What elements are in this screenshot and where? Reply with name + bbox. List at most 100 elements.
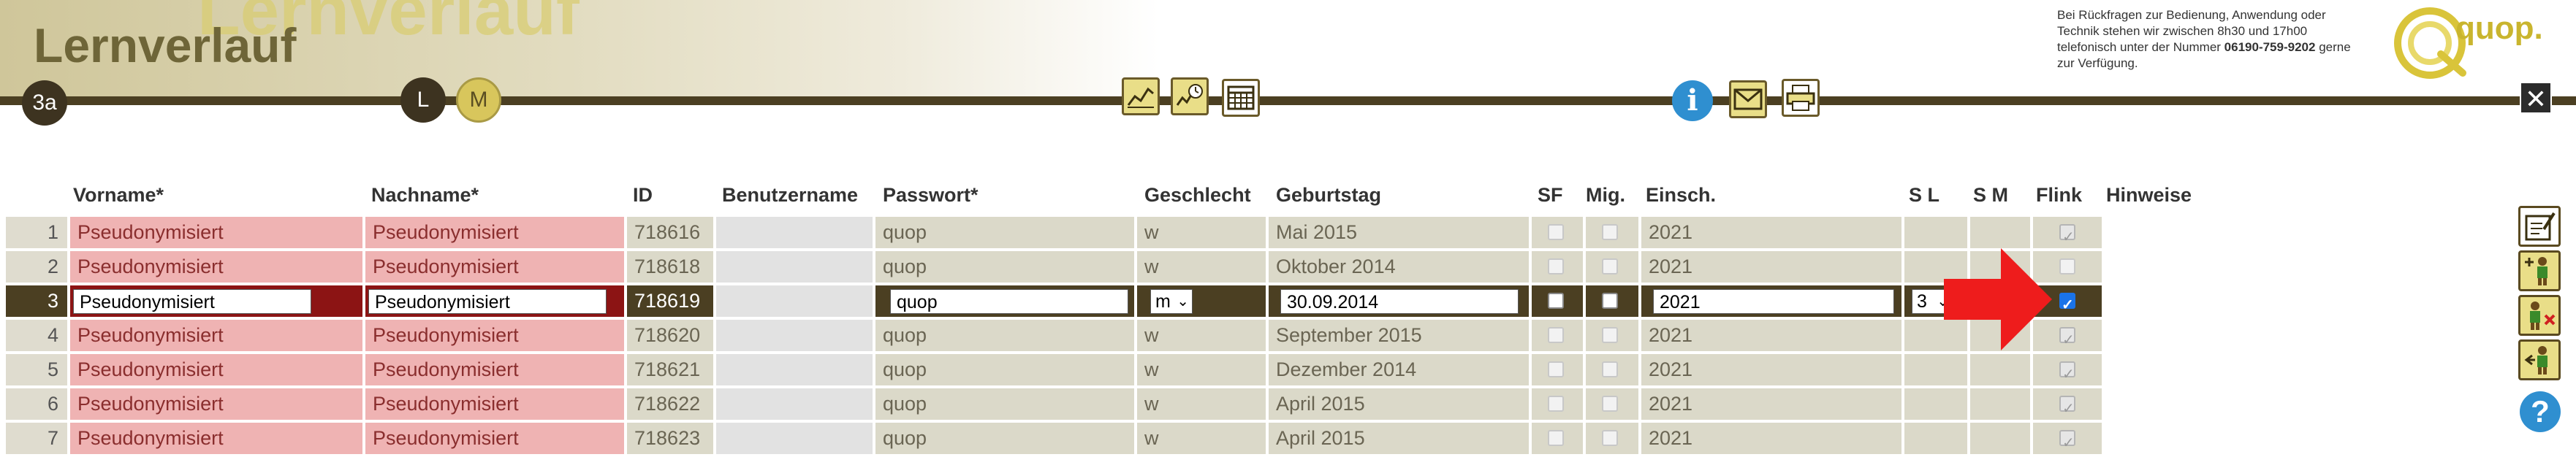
- nachname-cell[interactable]: Pseudonymisiert: [365, 251, 624, 283]
- geschlecht-cell[interactable]: w: [1137, 251, 1266, 283]
- chart-icon[interactable]: [1122, 77, 1160, 115]
- mig-checkbox[interactable]: [1602, 224, 1618, 240]
- col-header-mig[interactable]: Mig.: [1586, 184, 1625, 207]
- vorname-cell[interactable]: Pseudonymisiert: [70, 423, 362, 454]
- close-button[interactable]: ✕: [2520, 82, 2552, 114]
- geburtstag-cell[interactable]: Mai 2015: [1269, 217, 1529, 248]
- col-header-flink[interactable]: Flink: [2036, 184, 2082, 207]
- table-row[interactable]: 1 Pseudonymisiert Pseudonymisiert 718616…: [6, 217, 2103, 251]
- calendar-icon[interactable]: [1222, 79, 1260, 117]
- table-row[interactable]: 6 Pseudonymisiert Pseudonymisiert 718622…: [6, 388, 2103, 423]
- nachname-cell[interactable]: Pseudonymisiert: [365, 388, 624, 420]
- mig-checkbox[interactable]: [1602, 327, 1618, 343]
- vorname-cell[interactable]: Pseudonymisiert: [70, 354, 362, 385]
- geburtstag-cell[interactable]: Dezember 2014: [1269, 354, 1529, 385]
- sf-checkbox[interactable]: [1548, 396, 1564, 412]
- passwort-cell[interactable]: quop: [875, 354, 1134, 385]
- col-header-einsch[interactable]: Einsch.: [1646, 184, 1716, 207]
- nachname-cell[interactable]: Pseudonymisiert: [365, 423, 624, 454]
- geschlecht-select[interactable]: m ⌄: [1150, 289, 1193, 314]
- table-row[interactable]: 7 Pseudonymisiert Pseudonymisiert 718623…: [6, 423, 2103, 457]
- table-row[interactable]: 5 Pseudonymisiert Pseudonymisiert 718621…: [6, 354, 2103, 388]
- einsch-cell[interactable]: 2021: [1641, 251, 1901, 283]
- table-row[interactable]: 4 Pseudonymisiert Pseudonymisiert 718620…: [6, 320, 2103, 354]
- einsch-input[interactable]: 2021: [1653, 289, 1894, 314]
- geschlecht-cell[interactable]: w: [1137, 320, 1266, 351]
- nachname-cell[interactable]: Pseudonymisiert: [365, 354, 624, 385]
- remove-student-icon[interactable]: [2518, 295, 2561, 336]
- help-icon[interactable]: ?: [2520, 391, 2561, 432]
- table-row[interactable]: 2 Pseudonymisiert Pseudonymisiert 718618…: [6, 251, 2103, 285]
- geburtstag-cell[interactable]: April 2015: [1269, 423, 1529, 454]
- flink-checkbox[interactable]: [2059, 290, 2075, 317]
- passwort-cell[interactable]: quop: [875, 320, 1134, 351]
- vorname-cell[interactable]: Pseudonymisiert: [70, 251, 362, 283]
- einsch-cell[interactable]: 2021: [1641, 217, 1901, 248]
- passwort-cell[interactable]: quop: [875, 251, 1134, 283]
- einsch-cell[interactable]: 2021: [1641, 423, 1901, 454]
- geburtstag-cell[interactable]: Oktober 2014: [1269, 251, 1529, 283]
- vorname-input[interactable]: Pseudonymisiert: [73, 289, 311, 314]
- nachname-input[interactable]: Pseudonymisiert: [368, 289, 607, 314]
- col-header-passwort[interactable]: Passwort*: [883, 184, 979, 207]
- flink-checkbox[interactable]: [2059, 258, 2075, 274]
- flink-checkbox[interactable]: [2059, 222, 2075, 248]
- mode-l-button[interactable]: L: [400, 77, 446, 123]
- passwort-cell[interactable]: quop: [875, 217, 1134, 248]
- geschlecht-cell[interactable]: w: [1137, 423, 1266, 454]
- mig-checkbox[interactable]: [1602, 293, 1618, 309]
- flink-checkbox[interactable]: [2059, 325, 2075, 351]
- mig-checkbox[interactable]: [1602, 258, 1618, 274]
- col-header-sm[interactable]: S M: [1973, 184, 2008, 207]
- col-header-geburtstag[interactable]: Geburtstag: [1276, 184, 1381, 207]
- col-header-id[interactable]: ID: [633, 184, 653, 207]
- mig-checkbox[interactable]: [1602, 430, 1618, 446]
- add-student-icon[interactable]: [2518, 250, 2561, 291]
- passwort-cell[interactable]: quop: [875, 423, 1134, 454]
- col-header-sf[interactable]: SF: [1538, 184, 1563, 207]
- sf-checkbox[interactable]: [1548, 258, 1564, 274]
- col-header-hinweise[interactable]: Hinweise: [2106, 184, 2192, 207]
- einsch-cell[interactable]: 2021: [1641, 320, 1901, 351]
- sf-checkbox[interactable]: [1548, 361, 1564, 377]
- info-icon[interactable]: i: [1672, 80, 1713, 121]
- class-badge[interactable]: 3a: [22, 80, 67, 126]
- col-header-vorname[interactable]: Vorname*: [73, 184, 164, 207]
- einsch-cell[interactable]: 2021: [1641, 354, 1901, 385]
- geburtstag-cell[interactable]: April 2015: [1269, 388, 1529, 420]
- vorname-cell[interactable]: Pseudonymisiert: [70, 217, 362, 248]
- col-header-benutzername[interactable]: Benutzername: [722, 184, 858, 207]
- col-header-geschlecht[interactable]: Geschlecht: [1144, 184, 1251, 207]
- flink-checkbox[interactable]: [2059, 428, 2075, 454]
- geschlecht-cell[interactable]: w: [1137, 388, 1266, 420]
- sf-checkbox[interactable]: [1548, 224, 1564, 240]
- table-row-selected[interactable]: 3 Pseudonymisiert Pseudonymisiert 718619…: [6, 285, 2103, 320]
- nachname-cell[interactable]: Pseudonymisiert: [365, 217, 624, 248]
- geschlecht-cell[interactable]: w: [1137, 354, 1266, 385]
- mode-m-button[interactable]: M: [456, 77, 501, 123]
- flink-checkbox[interactable]: [2059, 359, 2075, 385]
- geburtstag-input[interactable]: 30.09.2014: [1280, 289, 1519, 314]
- print-icon[interactable]: [1782, 79, 1820, 117]
- flink-checkbox[interactable]: [2059, 393, 2075, 420]
- passwort-cell[interactable]: quop: [875, 388, 1134, 420]
- chart-time-icon[interactable]: [1171, 77, 1209, 115]
- edit-list-icon[interactable]: [2518, 206, 2561, 247]
- passwort-input[interactable]: quop: [890, 289, 1128, 314]
- vorname-cell[interactable]: Pseudonymisiert: [70, 388, 362, 420]
- sf-checkbox[interactable]: [1548, 430, 1564, 446]
- mig-checkbox[interactable]: [1602, 396, 1618, 412]
- col-header-sl[interactable]: S L: [1909, 184, 1939, 207]
- geschlecht-cell[interactable]: w: [1137, 217, 1266, 248]
- flink-cell: [2033, 354, 2102, 385]
- col-header-nachname[interactable]: Nachname*: [371, 184, 479, 207]
- mig-checkbox[interactable]: [1602, 361, 1618, 377]
- nachname-cell[interactable]: Pseudonymisiert: [365, 320, 624, 351]
- sf-checkbox[interactable]: [1548, 293, 1564, 309]
- geburtstag-cell[interactable]: September 2015: [1269, 320, 1529, 351]
- mail-icon[interactable]: [1729, 80, 1767, 118]
- vorname-cell[interactable]: Pseudonymisiert: [70, 320, 362, 351]
- sf-checkbox[interactable]: [1548, 327, 1564, 343]
- einsch-cell[interactable]: 2021: [1641, 388, 1901, 420]
- move-student-icon[interactable]: [2518, 339, 2561, 380]
